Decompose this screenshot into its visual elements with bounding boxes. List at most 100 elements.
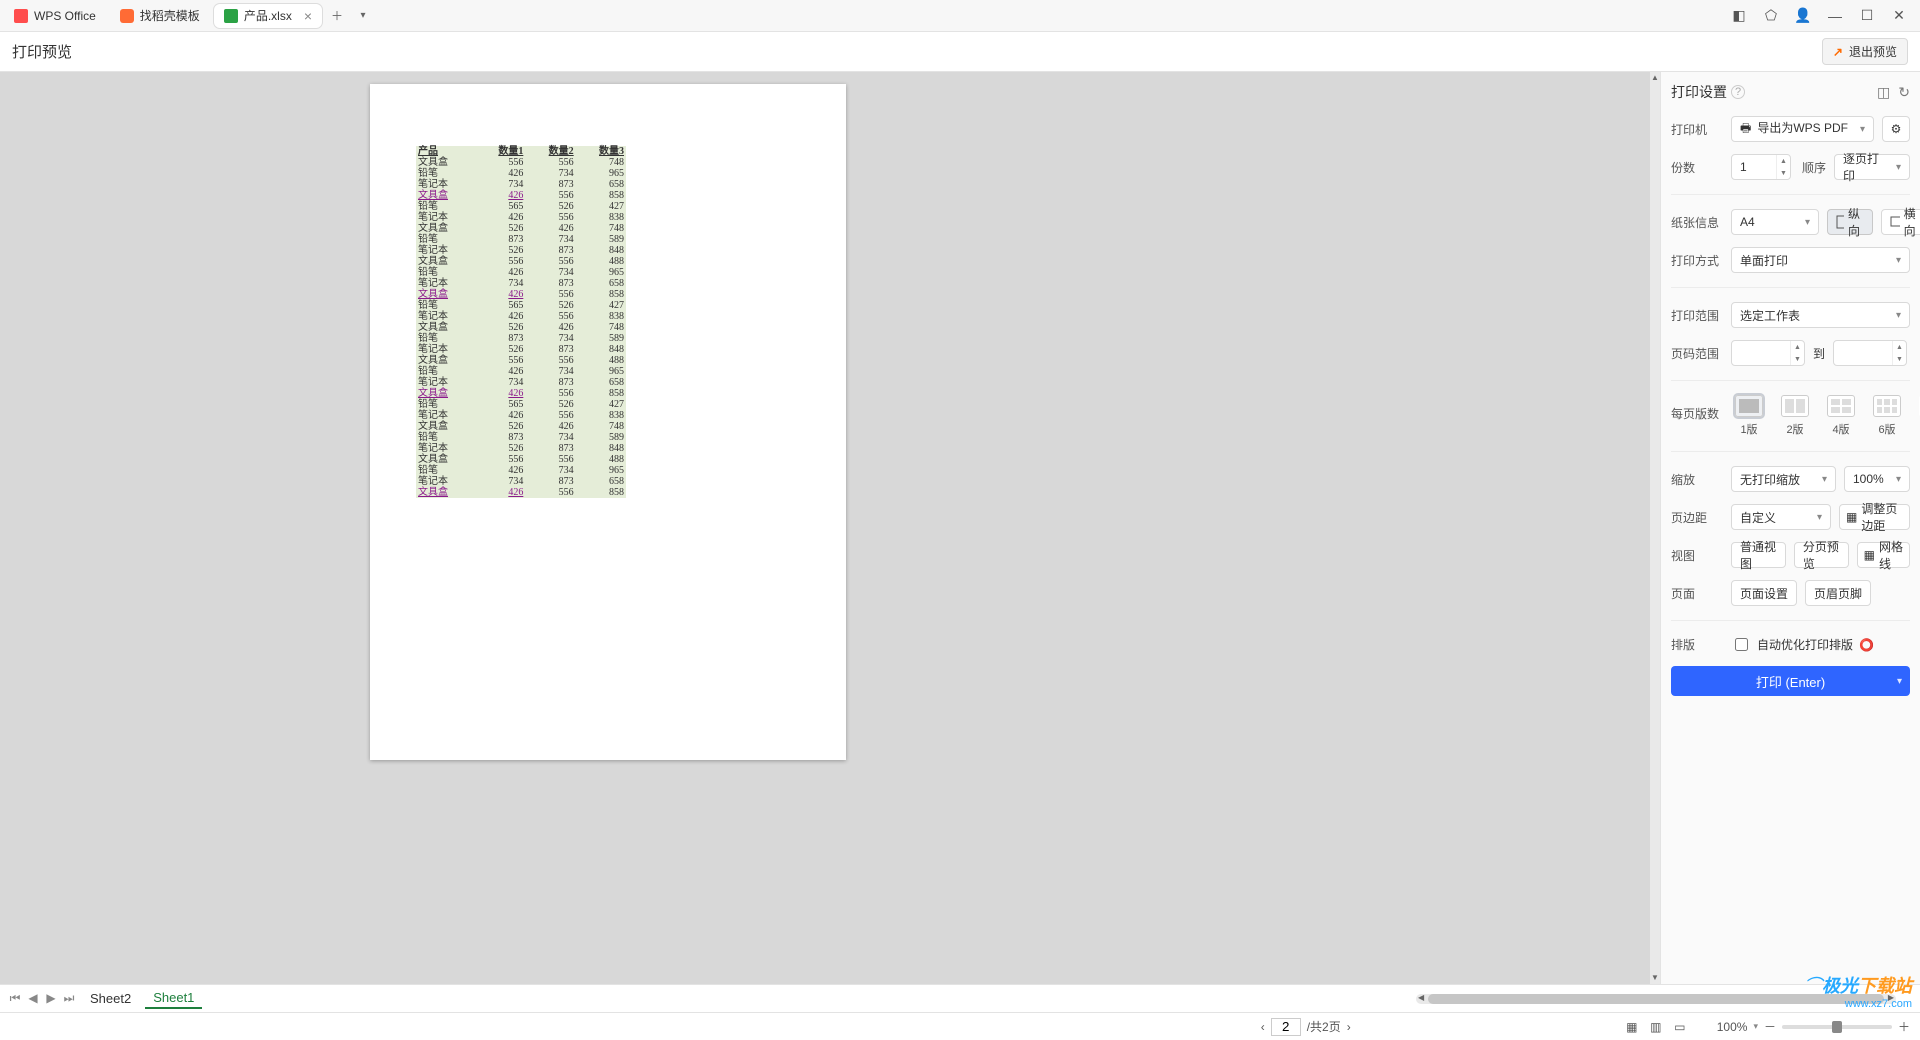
template-icon (120, 9, 134, 23)
mode-select[interactable]: 单面打印▾ (1731, 247, 1910, 273)
view-mode2-icon[interactable]: ▥ (1647, 1020, 1665, 1034)
print-button[interactable]: 打印 (Enter) ▾ (1671, 666, 1910, 696)
preview-title: 打印预览 (12, 41, 72, 62)
preview-header: 打印预览 ↗ 退出预览 (0, 32, 1920, 72)
exit-label: 退出预览 (1849, 43, 1897, 60)
zoom-in-button[interactable]: ＋ (1898, 1018, 1910, 1035)
avatar-icon[interactable]: 👤 (1792, 7, 1814, 24)
mode-label: 打印方式 (1671, 252, 1723, 269)
tab-label: 产品.xlsx (244, 7, 292, 24)
scroll-down-icon[interactable]: ▼ (1650, 972, 1660, 984)
chevron-down-icon: ▾ (1896, 310, 1901, 321)
chevron-down-icon: ▾ (1860, 124, 1865, 135)
pagerange-label: 页码范围 (1671, 345, 1723, 362)
box-icon[interactable]: ⬠ (1760, 7, 1782, 24)
new-tab-button[interactable]: ＋ (326, 5, 348, 27)
perpage-4[interactable]: 4版 (1823, 395, 1859, 437)
zoom-out-button[interactable]: － (1764, 1018, 1776, 1035)
page-next-button[interactable]: › (1347, 1020, 1351, 1034)
sheet-first-button[interactable]: ⏮ (8, 991, 22, 1006)
perpage-more[interactable]: ⋯更多 (1915, 395, 1920, 437)
range-select[interactable]: 选定工作表▾ (1731, 302, 1910, 328)
page-label: 页面 (1671, 585, 1723, 602)
vertical-scrollbar[interactable]: ▲ ▼ (1650, 72, 1660, 984)
panel-layout-icon[interactable]: ◫ (1877, 84, 1890, 101)
copies-label: 份数 (1671, 159, 1723, 176)
tab-templates[interactable]: 找稻壳模板 (110, 4, 210, 28)
sheet-last-button[interactable]: ⏭ (62, 991, 76, 1006)
tab-document[interactable]: 产品.xlsx × (214, 4, 322, 28)
header-footer-button[interactable]: 页眉页脚 (1805, 580, 1871, 606)
app-tabbar: WPS Office 找稻壳模板 产品.xlsx × ＋ ▾ ◧ ⬠ 👤 — ☐… (0, 0, 1920, 32)
panel-toggle-icon[interactable]: ◧ (1728, 7, 1750, 24)
pagerange-to-input[interactable]: ▲▼ (1833, 340, 1907, 366)
grid-icon: ▦ (1864, 548, 1875, 562)
view-label: 视图 (1671, 547, 1723, 564)
paper-label: 纸张信息 (1671, 214, 1723, 231)
window-controls: ◧ ⬠ 👤 — ☐ ✕ (1728, 7, 1916, 24)
printer-settings-button[interactable]: ⚙ (1882, 116, 1910, 142)
close-tab-icon[interactable]: × (304, 9, 312, 23)
spreadsheet-icon (224, 9, 238, 23)
auto-layout-checkbox[interactable]: 自动优化打印排版 ⭕ (1731, 635, 1874, 654)
perpage-6[interactable]: 6版 (1869, 395, 1905, 437)
view-mode1-icon[interactable]: ▦ (1623, 1020, 1641, 1034)
printer-icon: 🖶 (1740, 119, 1751, 140)
maximize-button[interactable]: ☐ (1856, 7, 1878, 24)
perpage-1[interactable]: 1版 (1731, 395, 1767, 437)
scale-pct-select[interactable]: 100%▾ (1844, 466, 1910, 492)
exit-preview-button[interactable]: ↗ 退出预览 (1822, 38, 1908, 65)
sheet-prev-button[interactable]: ◀ (26, 991, 40, 1006)
zoom-menu-icon[interactable]: ▾ (1753, 1021, 1758, 1032)
portrait-icon (1836, 215, 1844, 229)
margin-select[interactable]: 自定义▾ (1731, 504, 1831, 530)
scale-select[interactable]: 无打印缩放▾ (1731, 466, 1836, 492)
help-icon[interactable]: ? (1731, 85, 1745, 99)
sheet-nav: ⏮ ◀ ▶ ⏭ (8, 991, 76, 1006)
paper-select[interactable]: A4▾ (1731, 209, 1819, 235)
close-window-button[interactable]: ✕ (1888, 7, 1910, 24)
tab-menu-button[interactable]: ▾ (352, 5, 374, 27)
watermark-arc-icon: ⌒ (1804, 976, 1822, 996)
zoom-slider[interactable] (1782, 1025, 1892, 1029)
sheet-tab-sheet1[interactable]: Sheet1 (145, 988, 202, 1009)
status-bar: ‹ /共2页 › ▦ ▥ ▭ 100% ▾ － ＋ (0, 1012, 1920, 1040)
preview-table: 产品数量1数量2数量3文具盒556556748铅笔426734965笔记本734… (416, 146, 626, 498)
order-label: 顺序 (1802, 159, 1826, 176)
auto-layout-input[interactable] (1735, 638, 1748, 651)
orientation-portrait[interactable]: 纵向 (1827, 209, 1873, 235)
order-select[interactable]: 逐页打印▾ (1834, 154, 1910, 180)
view-break-button[interactable]: 分页预览 (1794, 542, 1849, 568)
orientation-landscape[interactable]: 横向 (1881, 209, 1920, 235)
layout-label: 排版 (1671, 636, 1723, 653)
margin-icon: ▦ (1846, 510, 1857, 524)
sheet-tab-sheet2[interactable]: Sheet2 (82, 989, 139, 1008)
pagerange-from-input[interactable]: ▲▼ (1731, 340, 1805, 366)
perpage-options: 1版 2版 4版 6版 ⋯更多 (1731, 395, 1920, 437)
stepper-down-icon[interactable]: ▼ (1777, 167, 1790, 179)
scroll-up-icon[interactable]: ▲ (1650, 72, 1660, 84)
landscape-icon (1890, 216, 1900, 228)
panel-header: 打印设置 ? ◫ ↻ (1671, 82, 1910, 102)
perpage-2[interactable]: 2版 (1777, 395, 1813, 437)
printer-select[interactable]: 🖶导出为WPS PDF ▾ (1731, 116, 1874, 142)
minimize-button[interactable]: — (1824, 8, 1846, 24)
perpage-label: 每页版数 (1671, 395, 1723, 422)
page-setup-button[interactable]: 页面设置 (1731, 580, 1797, 606)
tab-wps-home[interactable]: WPS Office (4, 4, 106, 28)
tab-label: 找稻壳模板 (140, 7, 200, 24)
page-prev-button[interactable]: ‹ (1261, 1020, 1265, 1034)
stepper-up-icon[interactable]: ▲ (1777, 155, 1790, 167)
page-number-input[interactable] (1271, 1018, 1301, 1036)
adjust-margin-button[interactable]: ▦调整页边距 (1839, 504, 1910, 530)
view-mode3-icon[interactable]: ▭ (1671, 1020, 1689, 1034)
margin-label: 页边距 (1671, 509, 1723, 526)
sheet-next-button[interactable]: ▶ (44, 991, 58, 1006)
view-grid-button[interactable]: ▦网格线 (1857, 542, 1910, 568)
exit-icon: ↗ (1833, 45, 1843, 59)
panel-refresh-icon[interactable]: ↻ (1898, 84, 1910, 101)
view-normal-button[interactable]: 普通视图 (1731, 542, 1786, 568)
pagerange-to-label: 到 (1813, 345, 1825, 362)
chevron-down-icon[interactable]: ▾ (1897, 676, 1902, 687)
copies-input[interactable]: 1 ▲▼ (1731, 154, 1791, 180)
